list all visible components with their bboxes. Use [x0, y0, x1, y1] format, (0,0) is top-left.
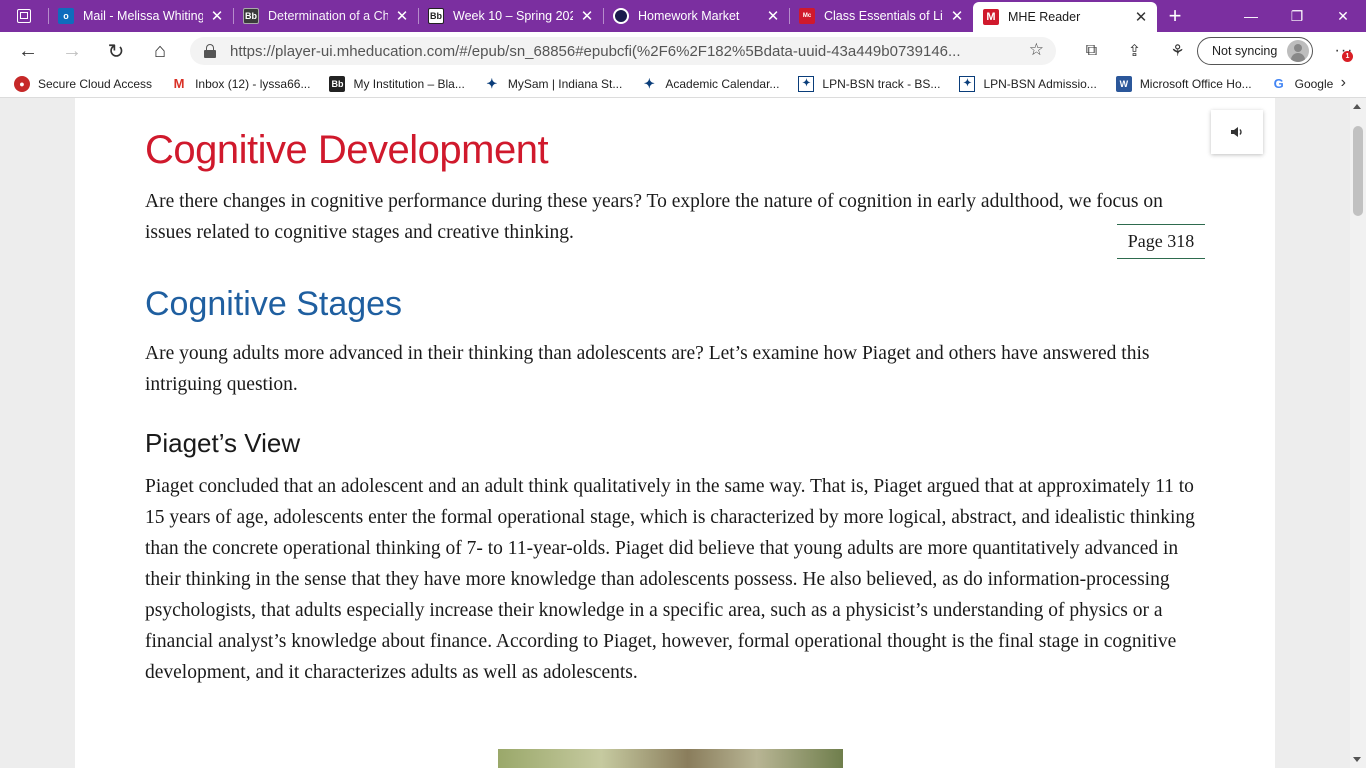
favorite-label: Secure Cloud Access: [38, 76, 153, 91]
sycamore-icon: ✦: [486, 75, 498, 91]
tab-mhe-reader[interactable]: M MHE Reader ✕: [973, 2, 1157, 32]
arrow-left-icon: ←: [18, 39, 38, 62]
piaget-paragraph: Piaget concluded that an adolescent and …: [145, 476, 1195, 683]
favorite-google[interactable]: G Google: [1271, 76, 1334, 92]
page-scrollbar[interactable]: [1350, 98, 1366, 768]
close-icon[interactable]: ✕: [949, 7, 965, 25]
favorite-label: LPN-BSN Admissio...: [983, 76, 1097, 91]
outlook-icon: o: [58, 8, 74, 24]
read-aloud-button[interactable]: [1211, 110, 1263, 154]
favorite-label: Inbox (12) - lyssa66...: [195, 76, 311, 91]
home-button[interactable]: ⌂: [138, 32, 182, 70]
page-number-marker: Page 318: [1117, 224, 1205, 259]
homework-market-icon: [613, 8, 629, 24]
toolbar-icons: ⧉ ⇪ ⚘: [1070, 32, 1199, 70]
google-icon: G: [1273, 76, 1284, 91]
tab-title: Mail - Melissa Whiting: [83, 9, 203, 23]
favorite-microsoft-office[interactable]: W Microsoft Office Ho...: [1115, 75, 1252, 92]
intro-paragraph: Are there changes in cognitive performan…: [145, 191, 1163, 243]
scrollbar-thumb[interactable]: [1353, 126, 1363, 216]
back-button[interactable]: ←: [6, 32, 50, 70]
favorite-lpn-bsn-admission[interactable]: ✦ LPN-BSN Admissio...: [959, 75, 1097, 92]
arrow-right-icon: →: [62, 39, 82, 62]
favorite-academic-calendar[interactable]: ✦ Academic Calendar...: [641, 75, 780, 92]
sycamore-icon: ✦: [643, 75, 655, 91]
tab-title: Determination of a Ch: [268, 9, 388, 23]
tab-title: Homework Market: [638, 9, 740, 23]
tab-actions-button[interactable]: [0, 0, 48, 32]
tab-homework-market[interactable]: Homework Market ✕: [603, 0, 789, 32]
blackboard-icon: Bb: [329, 75, 346, 92]
sync-status-label: Not syncing: [1212, 44, 1278, 58]
tab-actions-icon: [17, 9, 31, 23]
scroll-up-icon[interactable]: [1353, 104, 1361, 109]
citrix-icon: ●: [14, 75, 30, 92]
add-favorite-icon[interactable]: ☆: [1029, 40, 1044, 60]
url-text[interactable]: https://player-ui.mheducation.com/#/epub…: [230, 43, 1020, 60]
favorite-label: Microsoft Office Ho...: [1139, 76, 1252, 91]
tab-title: Class Essentials of Life: [824, 9, 943, 23]
restore-icon[interactable]: ❐: [1274, 0, 1320, 32]
section-heading: Cognitive Stages: [145, 285, 403, 323]
tab-determination[interactable]: Bb Determination of a Ch ✕: [233, 0, 418, 32]
favorite-secure-cloud-access[interactable]: ● Secure Cloud Access: [14, 75, 153, 92]
refresh-button[interactable]: ↻: [94, 32, 138, 70]
refresh-icon: ↻: [107, 40, 125, 63]
tab-title: MHE Reader: [1008, 10, 1081, 24]
mhe-reader-icon: M: [983, 9, 999, 25]
tab-strip: o Mail - Melissa Whiting ✕ Bb Determinat…: [0, 0, 1366, 32]
chapter-heading: Cognitive Development: [145, 128, 549, 172]
collections-icon[interactable]: ⧉: [1070, 32, 1113, 70]
window-controls: — ❐ ✕: [1228, 0, 1366, 32]
browser-toolbar: ← → ↻ ⌂ https://player-ui.mheducation.co…: [0, 32, 1366, 70]
mcgraw-hill-icon: Mc: [799, 8, 815, 24]
scroll-down-icon[interactable]: [1353, 757, 1361, 762]
figure-image: [498, 749, 843, 768]
favorite-label: LPN-BSN track - BS...: [822, 76, 941, 91]
home-icon: ⌂: [153, 39, 167, 62]
favorite-label: My Institution – Bla...: [353, 76, 465, 91]
speaker-icon: [1231, 127, 1242, 137]
favorite-my-institution[interactable]: Bb My Institution – Bla...: [329, 75, 465, 92]
extensions-icon[interactable]: ⚘: [1156, 32, 1199, 70]
lock-icon[interactable]: [204, 44, 216, 58]
blackboard-icon: Bb: [243, 8, 259, 24]
settings-menu-button[interactable]: ··· 1: [1326, 32, 1362, 70]
reader-viewport: Cognitive Development Are there changes …: [0, 98, 1350, 768]
close-window-icon[interactable]: ✕: [1320, 0, 1366, 32]
avatar: [1287, 40, 1309, 62]
stages-intro-paragraph: Are young adults more advanced in their …: [145, 343, 1150, 395]
favorite-mysam[interactable]: ✦ MySam | Indiana St...: [484, 75, 623, 92]
minimize-icon[interactable]: —: [1228, 0, 1274, 32]
tab-mail[interactable]: o Mail - Melissa Whiting ✕: [48, 0, 233, 32]
address-bar[interactable]: https://player-ui.mheducation.com/#/epub…: [190, 37, 1056, 65]
tab-title: Week 10 – Spring 202: [453, 9, 573, 23]
tab-class-essentials[interactable]: Mc Class Essentials of Life ✕: [789, 0, 973, 32]
blackboard-icon: Bb: [428, 8, 444, 24]
chevron-right-icon[interactable]: ›: [1341, 74, 1346, 92]
profile-sync-button[interactable]: Not syncing: [1197, 37, 1313, 65]
subsection-heading: Piaget’s View: [145, 428, 301, 458]
close-icon[interactable]: ✕: [765, 7, 781, 25]
favorite-label: Academic Calendar...: [665, 76, 780, 91]
favorite-gmail-inbox[interactable]: M Inbox (12) - lyssa66...: [171, 76, 311, 92]
close-icon[interactable]: ✕: [579, 7, 595, 25]
favorite-lpn-bsn-track[interactable]: ✦ LPN-BSN track - BS...: [798, 75, 941, 92]
favorite-label: Google: [1294, 76, 1334, 91]
favorite-label: MySam | Indiana St...: [507, 76, 623, 91]
close-icon[interactable]: ✕: [394, 7, 410, 25]
new-tab-button[interactable]: +: [1157, 3, 1193, 29]
close-icon[interactable]: ✕: [1133, 8, 1149, 26]
gmail-icon: M: [173, 76, 185, 91]
share-icon[interactable]: ⇪: [1113, 32, 1156, 70]
favorites-bar: ● Secure Cloud Access M Inbox (12) - lys…: [0, 70, 1366, 98]
close-icon[interactable]: ✕: [209, 7, 225, 25]
forward-button[interactable]: →: [50, 32, 94, 70]
tab-week-10[interactable]: Bb Week 10 – Spring 202 ✕: [418, 0, 603, 32]
word-icon: W: [1115, 75, 1132, 92]
isu-icon: ✦: [959, 75, 976, 92]
isu-icon: ✦: [798, 75, 815, 92]
notification-badge: 1: [1342, 51, 1353, 62]
